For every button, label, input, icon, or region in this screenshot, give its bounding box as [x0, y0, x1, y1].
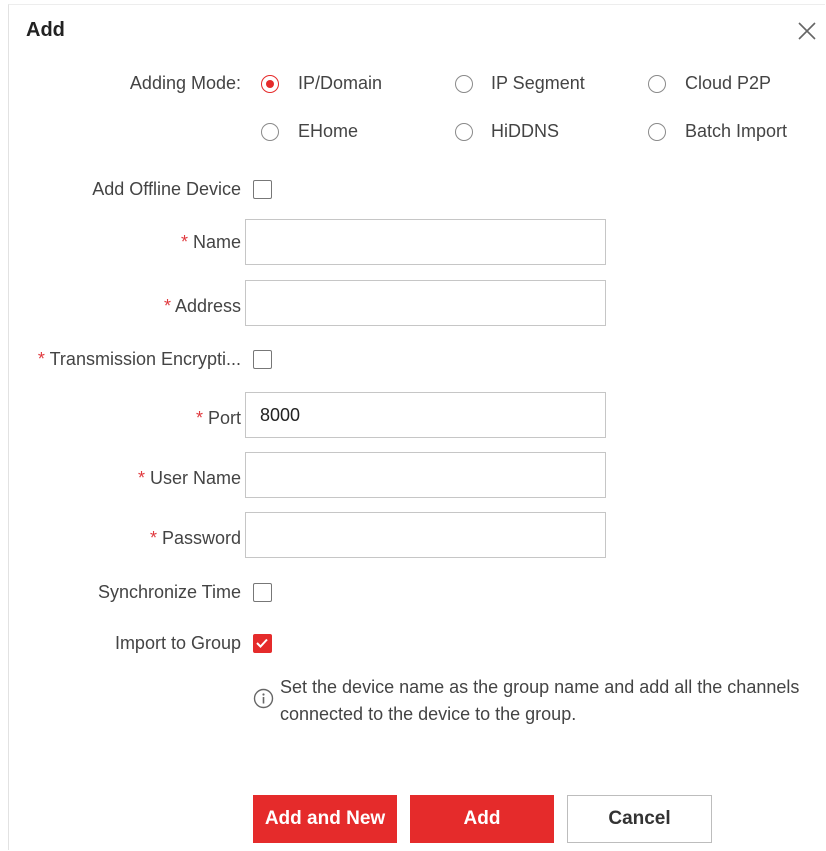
- synchronize-time-checkbox[interactable]: [253, 583, 272, 602]
- add-and-new-button[interactable]: Add and New: [253, 795, 397, 843]
- required-mark: *: [137, 468, 150, 488]
- port-input[interactable]: 8000: [245, 392, 606, 438]
- info-icon: [253, 688, 274, 714]
- dialog-title: Add: [26, 19, 65, 41]
- radio-ip-segment[interactable]: [455, 75, 473, 93]
- cancel-button[interactable]: Cancel: [567, 795, 712, 843]
- name-label: * Name: [181, 232, 241, 253]
- password-input[interactable]: [245, 512, 606, 558]
- radio-ip-domain[interactable]: [261, 75, 279, 93]
- user-name-label: * User Name: [138, 468, 241, 489]
- port-label: * Port: [196, 408, 241, 429]
- radio-ehome[interactable]: [261, 123, 279, 141]
- import-to-group-checkbox[interactable]: [253, 634, 272, 653]
- add-offline-device-checkbox[interactable]: [253, 180, 272, 199]
- radio-hiddns[interactable]: [455, 123, 473, 141]
- name-input[interactable]: [245, 219, 606, 265]
- import-group-hint: Set the device name as the group name an…: [280, 677, 800, 724]
- user-name-label-text: User Name: [149, 468, 241, 488]
- transmission-encryption-checkbox[interactable]: [253, 350, 272, 369]
- required-mark: *: [37, 349, 50, 369]
- radio-cloud-p2p-label[interactable]: Cloud P2P: [685, 73, 771, 94]
- required-mark: *: [149, 528, 162, 548]
- radio-ip-segment-label[interactable]: IP Segment: [491, 73, 585, 94]
- radio-hiddns-label[interactable]: HiDDNS: [491, 121, 559, 142]
- address-input[interactable]: [245, 280, 606, 326]
- synchronize-time-label: Synchronize Time: [97, 582, 241, 602]
- name-label-text: Name: [192, 232, 241, 252]
- address-label-text: Address: [174, 296, 241, 316]
- close-icon[interactable]: [795, 19, 819, 43]
- password-label: * Password: [150, 528, 241, 549]
- transmission-encryption-label: * Transmission Encrypti...: [38, 349, 241, 370]
- port-label-text: Port: [207, 408, 241, 428]
- address-label: * Address: [164, 296, 241, 317]
- required-mark: *: [180, 232, 193, 252]
- add-offline-device-label: Add Offline Device: [92, 179, 241, 199]
- radio-ip-domain-label[interactable]: IP/Domain: [298, 73, 382, 94]
- radio-ehome-label[interactable]: EHome: [298, 121, 358, 142]
- adding-mode-label: Adding Mode:: [129, 73, 241, 93]
- radio-batch-import-label[interactable]: Batch Import: [685, 121, 787, 142]
- radio-batch-import[interactable]: [648, 123, 666, 141]
- user-name-input[interactable]: [245, 452, 606, 498]
- required-mark: *: [163, 296, 175, 316]
- transmission-encryption-label-text: Transmission Encrypti...: [49, 349, 241, 369]
- import-to-group-label: Import to Group: [114, 633, 241, 653]
- password-label-text: Password: [161, 528, 241, 548]
- checkmark-icon: [256, 638, 268, 648]
- required-mark: *: [195, 408, 208, 428]
- radio-cloud-p2p[interactable]: [648, 75, 666, 93]
- add-button[interactable]: Add: [410, 795, 554, 843]
